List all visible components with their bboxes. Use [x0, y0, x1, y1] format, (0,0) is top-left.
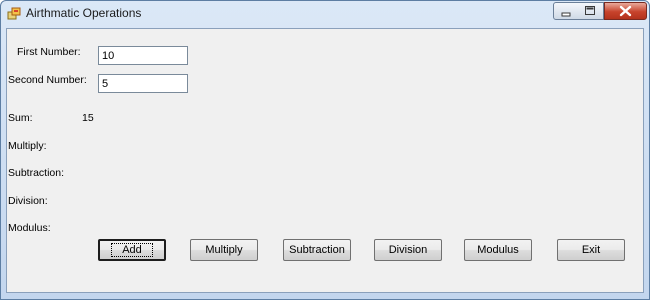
- subtraction-button[interactable]: Subtraction: [283, 239, 351, 261]
- first-number-label: First Number:: [17, 46, 81, 58]
- app-icon[interactable]: [7, 7, 21, 21]
- multiply-button[interactable]: Multiply: [190, 239, 258, 261]
- maximize-icon: [585, 6, 595, 15]
- second-number-label: Second Number:: [8, 74, 87, 86]
- add-button-label: Add: [111, 243, 153, 257]
- maximize-button[interactable]: [578, 2, 604, 20]
- app-window: Airthmatic Operations First Number: Seco…: [0, 0, 650, 300]
- sum-label: Sum:: [8, 112, 33, 124]
- second-number-input[interactable]: [98, 74, 188, 93]
- title-bar[interactable]: Airthmatic Operations: [1, 1, 649, 27]
- form-body: First Number: Second Number: Sum: 15 Mul…: [6, 28, 644, 293]
- multiply-label: Multiply:: [8, 140, 47, 152]
- division-label: Division:: [8, 195, 48, 207]
- close-button[interactable]: [604, 2, 647, 20]
- minimize-button[interactable]: [553, 2, 579, 20]
- subtraction-label: Subtraction:: [8, 167, 65, 179]
- first-number-input[interactable]: [98, 46, 188, 65]
- modulus-label: Modulus:: [8, 222, 51, 234]
- window-title: Airthmatic Operations: [26, 6, 142, 20]
- exit-button[interactable]: Exit: [557, 239, 625, 261]
- sum-value: 15: [82, 112, 94, 124]
- close-icon: [619, 5, 632, 17]
- add-button[interactable]: Add: [98, 239, 166, 261]
- minimize-icon: [561, 12, 571, 17]
- modulus-button[interactable]: Modulus: [464, 239, 532, 261]
- division-button[interactable]: Division: [374, 239, 442, 261]
